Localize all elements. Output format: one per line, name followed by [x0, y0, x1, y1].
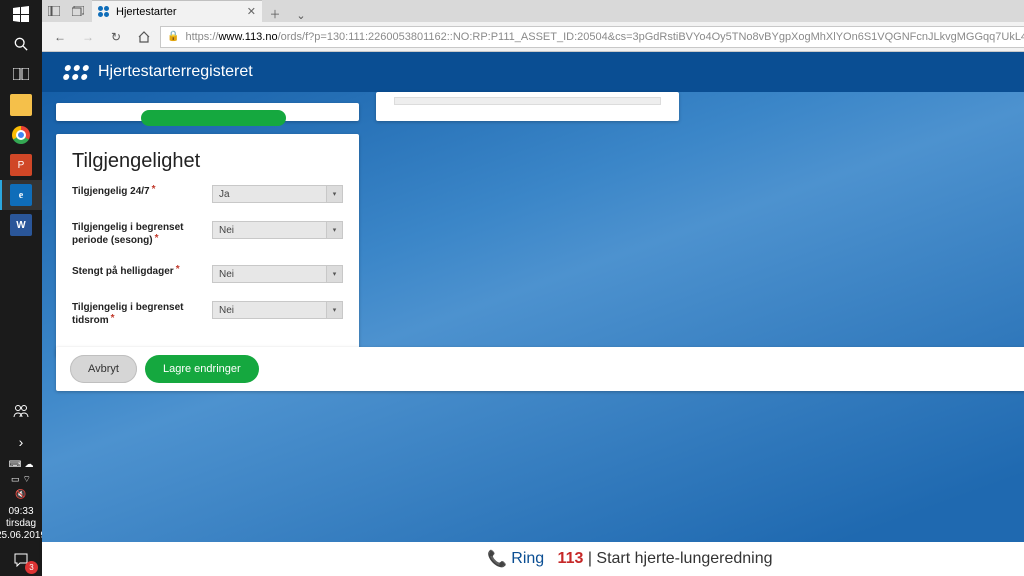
tab-overflow-button[interactable]: ⌄ — [288, 9, 314, 22]
availability-title: Tilgjengelighet — [72, 150, 343, 173]
edge-icon: e — [10, 184, 32, 206]
tab-close-button[interactable]: ✕ — [247, 5, 256, 18]
forward-button[interactable]: → — [76, 25, 100, 49]
footer-number[interactable]: 113 — [558, 550, 584, 567]
notification-badge: 3 — [25, 561, 38, 574]
chrome-app[interactable] — [0, 120, 42, 150]
select-holidays[interactable]: Nei ▾ — [212, 265, 343, 283]
action-bar: Avbryt Lagre endringer Legge til bilde — [56, 347, 1024, 391]
tabs-aside-button[interactable] — [42, 0, 66, 22]
cloud-icon[interactable]: ☁ — [25, 459, 34, 470]
site-footer: 📞 Ring 113 | Start hjerte-lungeredning — [42, 542, 1024, 576]
chevron-right-icon: › — [19, 434, 24, 450]
label-season: Tilgjengelig i begrenset periode (sesong… — [72, 221, 212, 247]
refresh-button[interactable]: ↻ — [104, 25, 128, 49]
home-icon — [137, 30, 151, 44]
people-button[interactable] — [0, 397, 42, 427]
chevron-updown-icon: ▾ — [326, 302, 342, 318]
favicon-icon — [98, 6, 110, 18]
truncated-card-left — [56, 103, 359, 121]
label-holidays: Stengt på helligdager* — [72, 265, 212, 278]
select-season[interactable]: Nei ▾ — [212, 221, 343, 239]
people-icon — [13, 404, 29, 421]
select-timeslot[interactable]: Nei ▾ — [212, 301, 343, 319]
page-body: Hjertestarterregisteret Logg ut Tilgjeng… — [42, 52, 1024, 542]
label-timeslot: Tilgjengelig i begrenset tidsrom* — [72, 301, 212, 327]
cancel-button[interactable]: Avbryt — [70, 355, 137, 383]
site-header: Hjertestarterregisteret Logg ut — [42, 52, 1024, 92]
tabs-aside-icon — [48, 6, 60, 16]
task-view-button[interactable] — [0, 60, 42, 90]
task-view-icon — [13, 67, 29, 83]
wifi-icon[interactable]: ⌔ — [23, 474, 31, 485]
chevron-updown-icon: ▾ — [326, 222, 342, 238]
tray-row-1: ⌨ ☁ — [9, 457, 34, 472]
truncated-card-right — [376, 92, 679, 121]
label-available-247: Tilgjengelig 24/7* — [72, 185, 212, 198]
show-tabs-button[interactable] — [66, 0, 90, 22]
clock-date: 25.06.2019 — [0, 530, 46, 542]
keyboard-icon[interactable]: ⌨ — [9, 459, 22, 470]
search-button[interactable] — [0, 30, 42, 60]
field-timeslot: Tilgjengelig i begrenset tidsrom* Nei ▾ — [72, 301, 343, 327]
file-explorer[interactable] — [0, 90, 42, 120]
select-available-247[interactable]: Ja ▾ — [212, 185, 343, 203]
windows-taskbar: P e W › ⌨ ☁ ▭ ⌔ 🔇 09:33 tirsdag 25.06.20… — [0, 0, 42, 576]
tab-title: Hjertestarter — [116, 6, 177, 18]
search-icon — [14, 37, 28, 54]
url-path: /ords/f?p=130:111:2260053801162::NO:RP:P… — [278, 31, 1024, 43]
chevron-updown-icon: ▾ — [326, 186, 342, 202]
windows-icon — [13, 6, 29, 22]
lock-icon: 🔒 — [167, 31, 179, 42]
truncated-field — [394, 97, 661, 105]
tab-actions-left — [42, 0, 90, 22]
address-bar[interactable]: 🔒 https://www.113.no/ords/f?p=130:111:22… — [160, 26, 1024, 48]
chrome-icon — [12, 126, 30, 144]
url-host: www.113.no — [218, 31, 277, 43]
powerpoint-app[interactable]: P — [0, 150, 42, 180]
start-button[interactable] — [0, 0, 42, 30]
chevron-updown-icon: ▾ — [326, 266, 342, 282]
clock-time: 09:33 — [0, 506, 46, 518]
url-scheme: https:// — [185, 31, 218, 43]
brand-logo-icon — [63, 65, 90, 80]
select-value: Nei — [219, 305, 234, 316]
field-holidays: Stengt på helligdager* Nei ▾ — [72, 265, 343, 283]
footer-rest: | Start hjerte-lungeredning — [588, 550, 773, 567]
battery-icon[interactable]: ▭ — [11, 474, 20, 485]
brand-title: Hjertestarterregisteret — [98, 63, 253, 81]
titlebar: Hjertestarter ✕ ＋ ⌄ — ▢ ✕ — [42, 0, 1024, 22]
address-bar-row: ← → ↻ 🔒 https://www.113.no/ords/f?p=130:… — [42, 22, 1024, 52]
footer-ring: Ring — [511, 550, 544, 567]
home-button[interactable] — [132, 25, 156, 49]
action-center[interactable]: 3 — [0, 546, 42, 576]
select-value: Nei — [219, 269, 234, 280]
tray-expand[interactable]: › — [0, 427, 42, 457]
back-button[interactable]: ← — [48, 25, 72, 49]
edge-app[interactable]: e — [0, 180, 42, 210]
availability-card: Tilgjengelighet Tilgjengelig 24/7* Ja ▾ … — [56, 134, 359, 357]
powerpoint-icon: P — [10, 154, 32, 176]
taskbar-clock[interactable]: 09:33 tirsdag 25.06.2019 — [0, 502, 46, 546]
select-value: Nei — [219, 225, 234, 236]
field-available-247: Tilgjengelig 24/7* Ja ▾ — [72, 185, 343, 203]
site-brand[interactable]: Hjertestarterregisteret — [64, 63, 253, 81]
tray-row-2: ▭ ⌔ — [11, 472, 31, 487]
clock-day: tirsdag — [0, 518, 46, 530]
volume-mute-icon[interactable]: 🔇 — [15, 489, 26, 500]
page-content: Tilgjengelighet Tilgjengelig 24/7* Ja ▾ … — [56, 92, 1024, 542]
word-app[interactable]: W — [0, 210, 42, 240]
select-value: Ja — [219, 189, 230, 200]
browser-window: Hjertestarter ✕ ＋ ⌄ — ▢ ✕ ← → ↻ 🔒 https:… — [42, 0, 1024, 576]
tray-row-3: 🔇 — [15, 487, 26, 502]
phone-icon: 📞 — [487, 549, 507, 569]
field-season: Tilgjengelig i begrenset periode (sesong… — [72, 221, 343, 247]
show-tabs-icon — [72, 6, 84, 16]
save-button[interactable]: Lagre endringer — [145, 355, 259, 383]
new-tab-button[interactable]: ＋ — [262, 6, 288, 22]
word-icon: W — [10, 214, 32, 236]
folder-icon — [10, 94, 32, 116]
truncated-green-button[interactable] — [141, 110, 286, 126]
browser-tab[interactable]: Hjertestarter ✕ — [92, 0, 262, 22]
